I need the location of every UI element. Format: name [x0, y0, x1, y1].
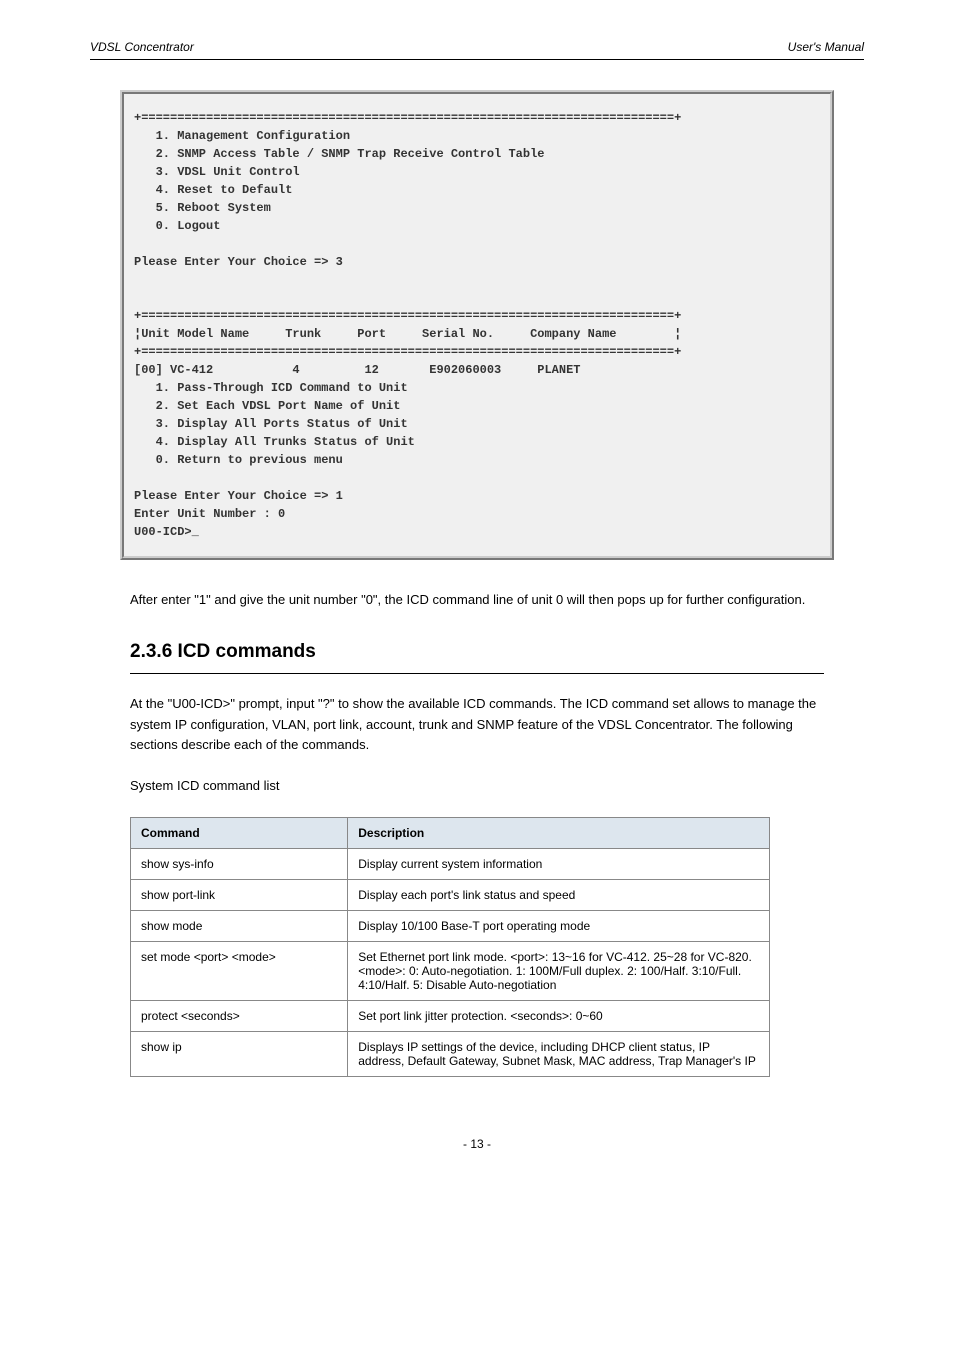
- table-row: protect <seconds> Set port link jitter p…: [131, 1000, 770, 1031]
- table-row: show port-link Display each port's link …: [131, 879, 770, 910]
- header-right: User's Manual: [788, 40, 864, 54]
- table-title: System ICD command list: [130, 776, 824, 797]
- table-row: show ip Displays IP settings of the devi…: [131, 1031, 770, 1076]
- section-heading: 2.3.6 ICD commands: [130, 641, 824, 663]
- table-row: show sys-info Display current system inf…: [131, 848, 770, 879]
- section-intro-paragraph: At the "U00-ICD>" prompt, input "?" to s…: [130, 694, 824, 756]
- icd-command-table: Command Description show sys-info Displa…: [130, 817, 770, 1077]
- cmd-cell: show mode: [131, 910, 348, 941]
- desc-cell: Display 10/100 Base-T port operating mod…: [348, 910, 770, 941]
- cmd-cell: show sys-info: [131, 848, 348, 879]
- cmd-cell: protect <seconds>: [131, 1000, 348, 1031]
- cmd-cell: show ip: [131, 1031, 348, 1076]
- section-divider: [130, 673, 824, 674]
- page-header: VDSL Concentrator User's Manual: [90, 40, 864, 60]
- desc-cell: Display each port's link status and spee…: [348, 879, 770, 910]
- desc-cell: Set Ethernet port link mode. <port>: 13~…: [348, 941, 770, 1000]
- desc-cell: Set port link jitter protection. <second…: [348, 1000, 770, 1031]
- desc-cell: Display current system information: [348, 848, 770, 879]
- terminal-screenshot: +=======================================…: [120, 90, 834, 560]
- header-left: VDSL Concentrator: [90, 40, 194, 54]
- table-row: show mode Display 10/100 Base-T port ope…: [131, 910, 770, 941]
- table-header-description: Description: [348, 817, 770, 848]
- cmd-cell: show port-link: [131, 879, 348, 910]
- paragraph-after-terminal: After enter "1" and give the unit number…: [130, 590, 824, 611]
- table-header-command: Command: [131, 817, 348, 848]
- table-row: set mode <port> <mode> Set Ethernet port…: [131, 941, 770, 1000]
- cmd-cell: set mode <port> <mode>: [131, 941, 348, 1000]
- page-number: - 13 -: [90, 1137, 864, 1151]
- desc-cell: Displays IP settings of the device, incl…: [348, 1031, 770, 1076]
